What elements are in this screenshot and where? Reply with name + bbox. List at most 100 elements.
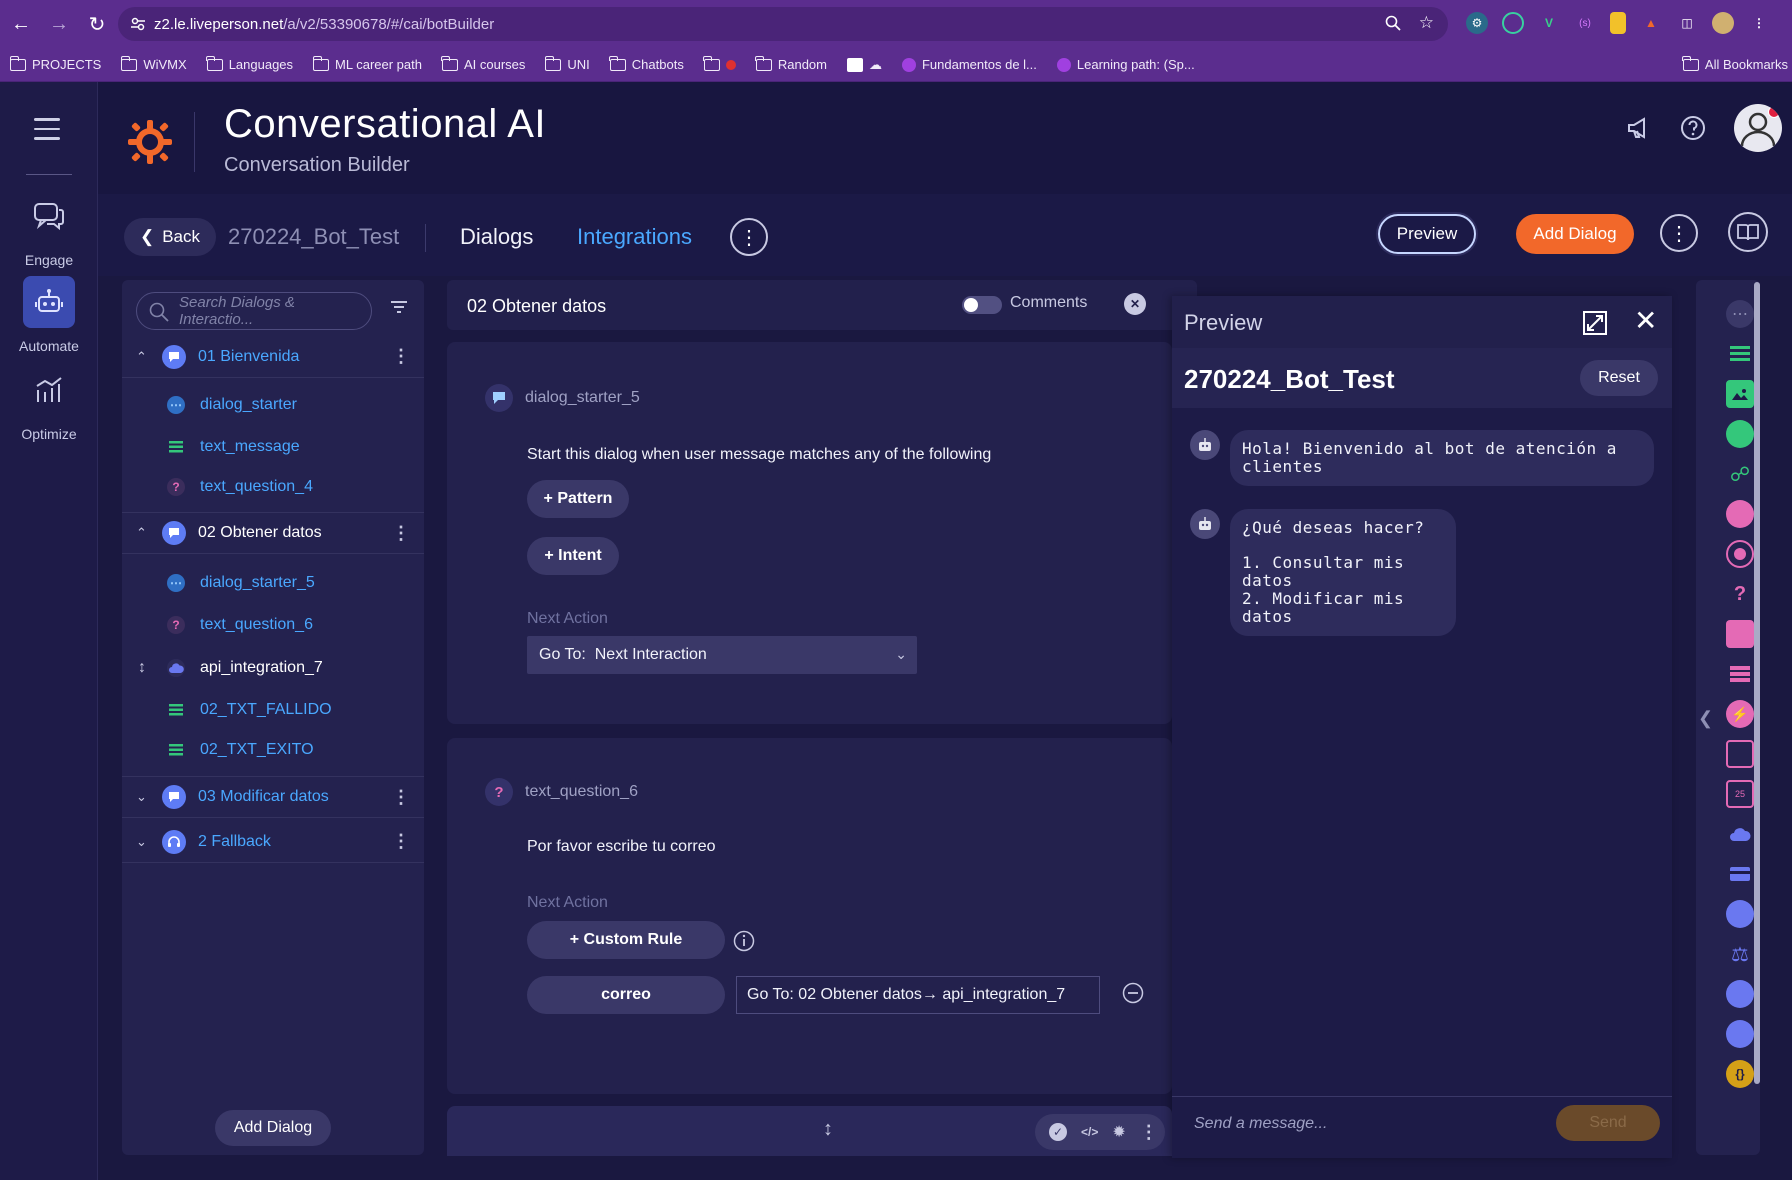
next-action-select[interactable]: Go To: Next Interaction ⌄	[527, 636, 917, 674]
close-icon[interactable]: ✕	[1634, 307, 1657, 335]
interaction-card-text-question[interactable]: ? text_question_6 Por favor escribe tu c…	[447, 738, 1172, 1094]
tools-scrollbar[interactable]	[1754, 282, 1760, 1084]
question-icon[interactable]: ?	[1726, 580, 1754, 608]
extension-icon[interactable]: (s)	[1574, 12, 1596, 34]
expand-icon[interactable]	[1582, 310, 1608, 336]
bookmark-folder[interactable]: UNI	[544, 55, 590, 72]
extension-icon[interactable]	[1610, 12, 1626, 34]
interaction-card-next[interactable]: ↕ ✓ </> ✹ ⋮	[447, 1106, 1172, 1156]
bot-more-menu-icon[interactable]: ⋮	[730, 218, 768, 256]
bookmark-folder[interactable]: ML career path	[312, 55, 422, 72]
preview-button[interactable]: Preview	[1378, 214, 1476, 254]
comments-toggle[interactable]	[962, 296, 1002, 314]
cloud-icon[interactable]	[1726, 820, 1754, 848]
interaction-item[interactable]: ? text_question_6	[122, 607, 424, 643]
remove-rule-icon[interactable]	[1122, 982, 1144, 1004]
tab-integrations[interactable]: Integrations	[577, 224, 692, 250]
chrome-menu-icon[interactable]: ⋮	[1748, 12, 1770, 34]
bookmark-item[interactable]: Learning path: (Sp...	[1056, 57, 1195, 72]
gear-badge-icon[interactable]	[1726, 420, 1754, 448]
interaction-item[interactable]: ↕ api_integration_7	[122, 650, 424, 686]
bookmark-folder[interactable]: WiVMX	[120, 55, 187, 72]
bookmark-item[interactable]: ☁	[846, 57, 882, 73]
extension-icon[interactable]: V	[1538, 12, 1560, 34]
chevron-down-icon[interactable]: ⌄	[136, 789, 147, 805]
tab-dialogs[interactable]: Dialogs	[460, 224, 533, 250]
star-icon[interactable]: ☆	[1419, 14, 1434, 31]
dialog-group-03-modificar-datos[interactable]: ⌄ 03 Modificar datos ⋮	[122, 776, 424, 818]
agent-transfer-icon[interactable]	[1726, 900, 1754, 928]
conversation-icon[interactable]	[1726, 980, 1754, 1008]
megaphone-icon[interactable]	[1626, 115, 1652, 141]
group-menu-icon[interactable]: ⋮	[392, 831, 410, 852]
send-button[interactable]: Send	[1556, 1105, 1660, 1141]
bookmark-folder[interactable]: Languages	[206, 55, 293, 72]
info-icon[interactable]	[733, 930, 755, 952]
rail-item-optimize[interactable]: Optimize	[0, 364, 98, 442]
interaction-item[interactable]: ? text_question_4	[122, 469, 424, 505]
add-dialog-button[interactable]: Add Dialog	[1516, 214, 1634, 254]
filter-icon[interactable]	[390, 300, 408, 314]
scales-icon[interactable]: ⚖	[1726, 940, 1754, 968]
list-icon[interactable]	[1726, 660, 1754, 688]
back-button[interactable]: ❮ Back	[124, 218, 216, 256]
card-menu-icon[interactable]: ⋮	[1140, 1122, 1158, 1143]
interaction-item[interactable]: 02_TXT_EXITO	[122, 732, 424, 768]
chevron-left-icon[interactable]: ❮	[1698, 708, 1713, 729]
form-icon[interactable]	[1726, 740, 1754, 768]
bookmark-item[interactable]: Fundamentos de l...	[901, 57, 1037, 72]
interaction-item[interactable]: 02_TXT_FALLIDO	[122, 692, 424, 728]
text-lines-icon[interactable]	[1726, 340, 1754, 368]
all-bookmarks[interactable]: All Bookmarks	[1682, 55, 1788, 72]
add-pattern-button[interactable]: + Pattern	[527, 480, 629, 518]
interaction-item[interactable]: text_message	[122, 429, 424, 465]
bookmark-folder[interactable]: AI courses	[441, 55, 525, 72]
collapse-all-icon[interactable]: ✕	[1124, 293, 1146, 315]
dialog-group-fallback[interactable]: ⌄ 2 Fallback ⋮	[122, 821, 424, 863]
bookmark-folder[interactable]: Chatbots	[609, 55, 684, 72]
bookmark-folder[interactable]: Random	[755, 55, 827, 72]
upload-icon[interactable]	[1726, 1020, 1754, 1048]
record-icon[interactable]	[1726, 540, 1754, 568]
address-bar[interactable]: z2.le.liveperson.net/a/v2/53390678/#/cai…	[118, 7, 1448, 41]
link-icon[interactable]: ☍	[1726, 460, 1754, 488]
forward-arrow-icon[interactable]: →	[42, 7, 76, 41]
code-braces-icon[interactable]: {}	[1726, 1060, 1754, 1088]
chevron-down-icon[interactable]: ⌄	[136, 834, 147, 850]
rail-item-engage[interactable]: Engage	[0, 190, 98, 268]
hamburger-menu-icon[interactable]	[34, 118, 60, 147]
chevron-up-icon[interactable]: ⌃	[136, 525, 147, 541]
bookmark-folder[interactable]	[703, 55, 736, 71]
dialog-group-01-bienvenida[interactable]: ⌃ 01 Bienvenida ⋮	[122, 336, 424, 378]
drag-handle-icon[interactable]: ↕	[138, 659, 146, 677]
search-dialogs-input[interactable]: Search Dialogs & Interactio...	[136, 292, 372, 330]
interaction-item[interactable]: ⋯ dialog_starter_5	[122, 565, 424, 601]
custom-rule-target[interactable]: Go To: 02 Obtener datos→ api_integration…	[736, 976, 1100, 1014]
message-input[interactable]: Send a message...	[1194, 1115, 1327, 1133]
user-avatar[interactable]	[1734, 104, 1782, 152]
zoom-icon[interactable]	[1385, 15, 1401, 31]
site-settings-icon[interactable]	[130, 16, 146, 32]
add-intent-button[interactable]: + Intent	[527, 537, 619, 575]
more-menu-icon[interactable]: ⋮	[1660, 214, 1698, 252]
book-icon[interactable]	[1728, 212, 1768, 252]
extension-icon[interactable]: ⚙	[1466, 12, 1488, 34]
code-icon[interactable]: </>	[1081, 1125, 1098, 1139]
interaction-item[interactable]: ⋯ dialog_starter	[122, 387, 424, 423]
bookmark-folder[interactable]: PROJECTS	[9, 55, 101, 72]
card-icon[interactable]	[1726, 620, 1754, 648]
drag-handle-icon[interactable]: ↕	[823, 1118, 833, 1141]
chat-icon[interactable]: ⋯	[1726, 300, 1754, 328]
bolt-icon[interactable]: ⚡	[1726, 700, 1754, 728]
bug-icon[interactable]: ✹	[1112, 1122, 1125, 1142]
audio-icon[interactable]	[1726, 500, 1754, 528]
group-menu-icon[interactable]: ⋮	[392, 523, 410, 544]
credit-card-icon[interactable]	[1726, 860, 1754, 888]
rail-item-automate[interactable]: Automate	[0, 276, 98, 354]
help-icon[interactable]	[1680, 115, 1706, 141]
dialog-group-02-obtener-datos[interactable]: ⌃ 02 Obtener datos ⋮	[122, 512, 424, 554]
extension-icon[interactable]: ▲	[1640, 12, 1662, 34]
extensions-puzzle-icon[interactable]: ◫	[1676, 12, 1698, 34]
profile-avatar-icon[interactable]	[1712, 12, 1734, 34]
chevron-up-icon[interactable]: ⌃	[136, 349, 147, 365]
